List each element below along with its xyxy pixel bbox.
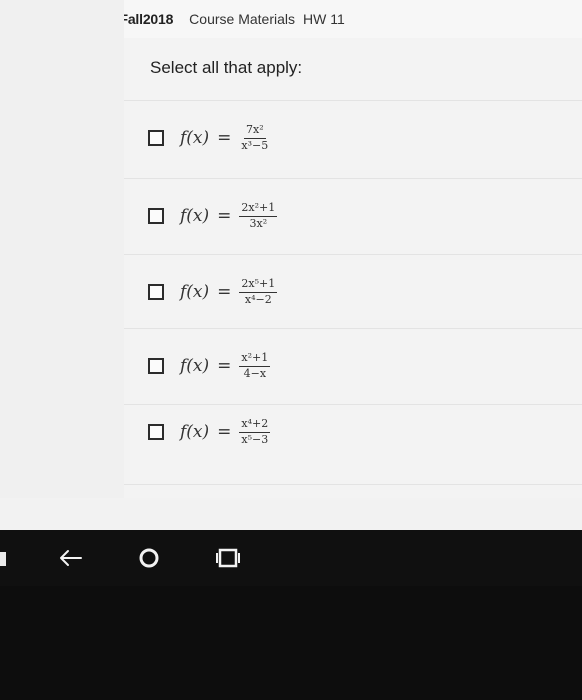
recents-button[interactable]: [210, 540, 246, 576]
home-button[interactable]: [131, 540, 167, 576]
left-margin: [0, 0, 124, 498]
fraction: 7x² x³−5: [239, 124, 270, 151]
android-navigation-bar: [0, 530, 582, 586]
device-bezel: [0, 586, 582, 700]
fraction: x²+1 4−x: [239, 352, 271, 380]
denominator: 4−x: [243, 366, 267, 380]
question-prompt: Select all that apply:: [150, 58, 303, 77]
formula: f(x) = 2x²+1 3x²: [180, 201, 278, 230]
checkbox[interactable]: [148, 284, 164, 300]
edge-handle: [0, 552, 6, 566]
home-circle-icon: [139, 548, 159, 568]
browser-screen: MATH-1314-28-Fall2018 Course Materials H…: [0, 0, 582, 530]
numerator: x²+1: [239, 352, 271, 367]
back-arrow-icon: [60, 550, 82, 566]
numerator: 2x²+1: [239, 202, 278, 217]
checkbox[interactable]: [148, 208, 164, 224]
question-panel: Select all that apply: f(x) = 7x² x³−5 f…: [124, 38, 582, 498]
checkbox[interactable]: [148, 424, 164, 440]
numerator: 7x²: [244, 124, 266, 139]
formula: f(x) = x⁴+2 x⁵−3: [180, 417, 271, 446]
answer-option[interactable]: f(x) = 2x⁵+1 x⁴−2: [124, 254, 582, 330]
answer-option[interactable]: f(x) = 2x²+1 3x²: [124, 178, 582, 254]
answer-option[interactable]: f(x) = x²+1 4−x: [124, 328, 582, 404]
checkbox[interactable]: [148, 130, 164, 146]
breadcrumb-section[interactable]: Course Materials: [189, 11, 295, 27]
back-button[interactable]: [52, 540, 88, 576]
denominator: x⁵−3: [241, 432, 269, 446]
denominator: x⁴−2: [244, 292, 272, 306]
denominator: x³−5: [241, 138, 269, 152]
fraction: 2x⁵+1 x⁴−2: [239, 278, 278, 306]
numerator: x⁴+2: [239, 418, 271, 433]
answer-option[interactable]: f(x) = x⁴+2 x⁵−3: [124, 394, 582, 470]
recents-square-icon: [216, 548, 240, 568]
numerator: 2x⁵+1: [239, 278, 278, 293]
fraction: x⁴+2 x⁵−3: [239, 418, 271, 446]
denominator: 3x²: [249, 216, 268, 230]
checkbox[interactable]: [148, 358, 164, 374]
formula: f(x) = 2x⁵+1 x⁴−2: [180, 277, 278, 306]
formula: f(x) = x²+1 4−x: [180, 351, 271, 380]
fraction: 2x²+1 3x²: [239, 202, 278, 230]
divider: [124, 484, 582, 485]
breadcrumb-page[interactable]: HW 11: [303, 11, 345, 27]
answer-option[interactable]: f(x) = 7x² x³−5: [124, 100, 582, 176]
formula: f(x) = 7x² x³−5: [180, 123, 270, 152]
